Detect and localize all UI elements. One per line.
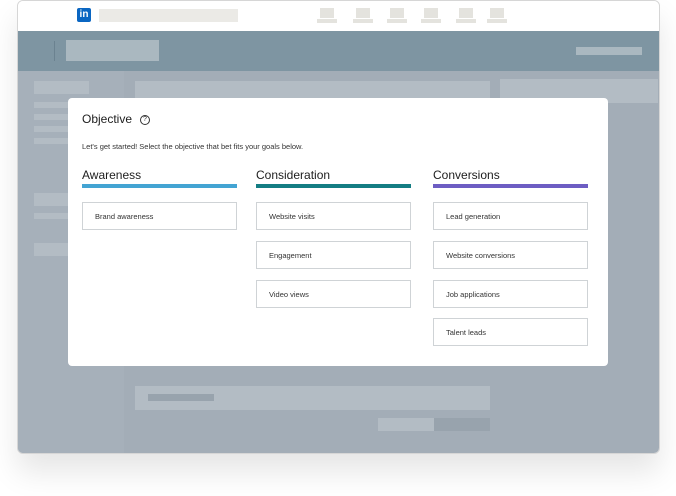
objective-option-website-conversions[interactable]: Website conversions <box>433 241 588 269</box>
objective-option-website-visits[interactable]: Website visits <box>256 202 411 230</box>
profile-icon[interactable] <box>490 8 504 18</box>
option-label: Brand awareness <box>95 212 154 221</box>
home-icon[interactable] <box>320 8 334 18</box>
button-placeholder <box>378 418 434 431</box>
jobs-icon[interactable] <box>390 8 404 18</box>
objective-option-lead-generation[interactable]: Lead generation <box>433 202 588 230</box>
option-label: Video views <box>269 290 309 299</box>
objective-option-engagement[interactable]: Engagement <box>256 241 411 269</box>
messaging-icon[interactable] <box>424 8 438 18</box>
notifications-icon[interactable] <box>459 8 473 18</box>
modal-description: Let's get started! Select the objective … <box>82 142 304 151</box>
help-icon[interactable]: ? <box>140 115 150 125</box>
option-label: Lead generation <box>446 212 501 221</box>
linkedin-logo-icon[interactable]: in <box>77 8 91 22</box>
divider <box>54 41 55 61</box>
nav-label-placeholder <box>387 19 407 23</box>
search-bar[interactable] <box>99 9 238 22</box>
objective-option-job-applications[interactable]: Job applications <box>433 280 588 308</box>
objective-column-awareness: Awareness Brand awareness <box>82 168 237 230</box>
button-placeholder <box>434 418 490 431</box>
objective-option-brand-awareness[interactable]: Brand awareness <box>82 202 237 230</box>
objective-modal: Objective ? Let's get started! Select th… <box>68 98 608 366</box>
column-heading: Consideration <box>256 168 331 182</box>
top-nav: in <box>18 1 659 31</box>
nav-label-placeholder <box>353 19 373 23</box>
network-icon[interactable] <box>356 8 370 18</box>
column-color-bar <box>433 184 588 188</box>
option-label: Website conversions <box>446 251 516 260</box>
nav-label-placeholder <box>456 19 476 23</box>
sidebar-placeholder <box>34 138 69 144</box>
objective-option-video-views[interactable]: Video views <box>256 280 411 308</box>
nav-label-placeholder <box>317 19 337 23</box>
sidebar-placeholder <box>34 213 69 219</box>
column-heading: Awareness <box>82 168 142 182</box>
option-label: Website visits <box>269 212 315 221</box>
option-label: Talent leads <box>446 328 487 337</box>
header-action-placeholder <box>576 47 642 55</box>
sidebar-placeholder <box>34 126 69 132</box>
objective-column-consideration: Consideration Website visits Engagement … <box>256 168 411 308</box>
objective-option-talent-leads[interactable]: Talent leads <box>433 318 588 346</box>
option-label: Engagement <box>269 251 312 260</box>
objective-column-conversions: Conversions Lead generation Website conv… <box>433 168 588 346</box>
nav-label-placeholder <box>487 19 507 23</box>
column-color-bar <box>82 184 237 188</box>
column-heading: Conversions <box>433 168 500 182</box>
sidebar-placeholder <box>34 114 69 120</box>
modal-title: Objective <box>82 112 133 126</box>
content-line-placeholder <box>148 394 214 401</box>
nav-label-placeholder <box>421 19 441 23</box>
column-color-bar <box>256 184 411 188</box>
account-title-placeholder <box>66 40 159 61</box>
sidebar-placeholder <box>34 102 69 108</box>
option-label: Job applications <box>446 290 500 299</box>
sidebar-placeholder <box>34 81 89 94</box>
